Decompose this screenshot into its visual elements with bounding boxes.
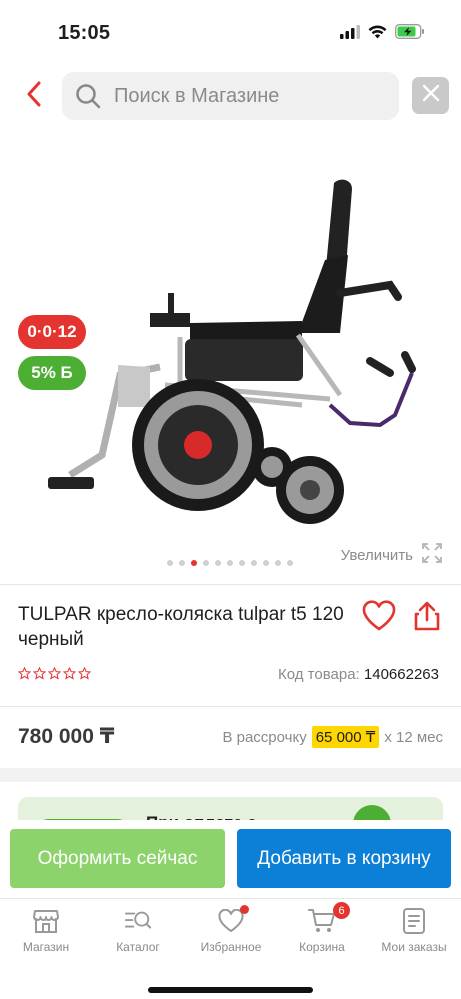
tab-favorites[interactable]: Избранное [186,905,276,954]
star-icon [32,666,47,685]
expand-icon [421,542,443,568]
price-block: 780 000 ₸ В рассрочку 65 000 ₸ x 12 мес [0,706,461,768]
order-now-button[interactable]: Оформить сейчас [10,829,225,888]
star-icon [17,666,32,685]
cart-count-badge: 6 [333,902,350,919]
status-time: 15:05 [58,22,111,44]
cart-icon: 6 [308,902,350,935]
orders-list-icon [400,907,428,935]
product-gallery[interactable]: 0·0·12 5% Б Увеличить [0,135,461,580]
wifi-icon [368,25,387,44]
signal-icon [340,24,360,44]
home-indicator [148,987,313,993]
installment-info: В рассрочку 65 000 ₸ x 12 мес [222,726,443,748]
product-code-value: 140662263 [363,666,439,683]
tab-label: Корзина [299,940,345,954]
tab-shop[interactable]: Магазин [1,907,91,954]
gallery-dot-active[interactable] [191,560,197,566]
clear-search-button[interactable] [412,77,449,114]
heart-icon [217,905,249,935]
back-button[interactable] [16,76,52,116]
favorite-button[interactable] [362,600,396,637]
gallery-dot[interactable] [263,560,269,566]
store-icon [32,907,60,935]
installment-suffix: x 12 мес [384,728,443,746]
zoom-button[interactable]: Увеличить [341,542,443,568]
tab-label: Избранное [200,940,262,954]
gallery-dot[interactable] [179,560,185,566]
share-button[interactable] [412,600,442,637]
tab-bar: Магазин Каталог Избранное 6 Корзина Мои … [0,898,461,999]
product-image [48,179,416,524]
section-gap [0,768,461,782]
catalog-search-icon [124,907,152,935]
installment-prefix: В рассрочку [222,728,307,746]
share-icon [412,601,442,636]
search-box[interactable] [62,72,399,120]
tab-label: Мои заказы [381,940,447,954]
product-code: Код товара: 140662263 [278,666,439,683]
gallery-dot[interactable] [167,560,173,566]
product-price: 780 000 ₸ [18,725,115,748]
chevron-left-icon [26,81,42,112]
close-icon [422,84,440,107]
battery-icon [395,24,425,44]
installment-amount[interactable]: 65 000 ₸ [311,726,380,748]
bonus-badge: 5% Б [18,356,86,390]
status-bar: 15:05 [0,0,461,62]
search-header [0,62,461,132]
gallery-dot[interactable] [215,560,221,566]
tab-cart[interactable]: 6 Корзина [277,902,367,954]
gallery-dot[interactable] [251,560,257,566]
star-icon [47,666,62,685]
status-icons [340,24,425,44]
add-to-cart-button[interactable]: Добавить в корзину [237,829,451,888]
star-icon [77,666,92,685]
tab-label: Магазин [22,940,70,954]
installment-badge: 0·0·12 [18,315,86,349]
star-icon [62,666,77,685]
search-icon [74,82,102,110]
gallery-dot[interactable] [287,560,293,566]
tab-label: Каталог [116,940,160,954]
search-input[interactable] [114,84,384,108]
divider [0,584,461,585]
product-info: TULPAR кресло-коляска tulpar t5 120 черн… [0,586,461,706]
tab-orders[interactable]: Мои заказы [369,907,459,954]
product-title: TULPAR кресло-коляска tulpar t5 120 черн… [18,604,344,650]
gallery-dot[interactable] [227,560,233,566]
product-code-label: Код товара: [278,666,360,683]
tab-catalog[interactable]: Каталог [93,907,183,954]
heart-icon [362,600,396,636]
gallery-dot[interactable] [239,560,245,566]
action-bar: Оформить сейчас Добавить в корзину [0,820,461,898]
notification-dot [240,905,249,914]
gallery-dots[interactable] [167,560,293,566]
gallery-dot[interactable] [275,560,281,566]
zoom-label: Увеличить [340,546,413,564]
rating-stars[interactable] [17,666,92,685]
gallery-dot[interactable] [203,560,209,566]
